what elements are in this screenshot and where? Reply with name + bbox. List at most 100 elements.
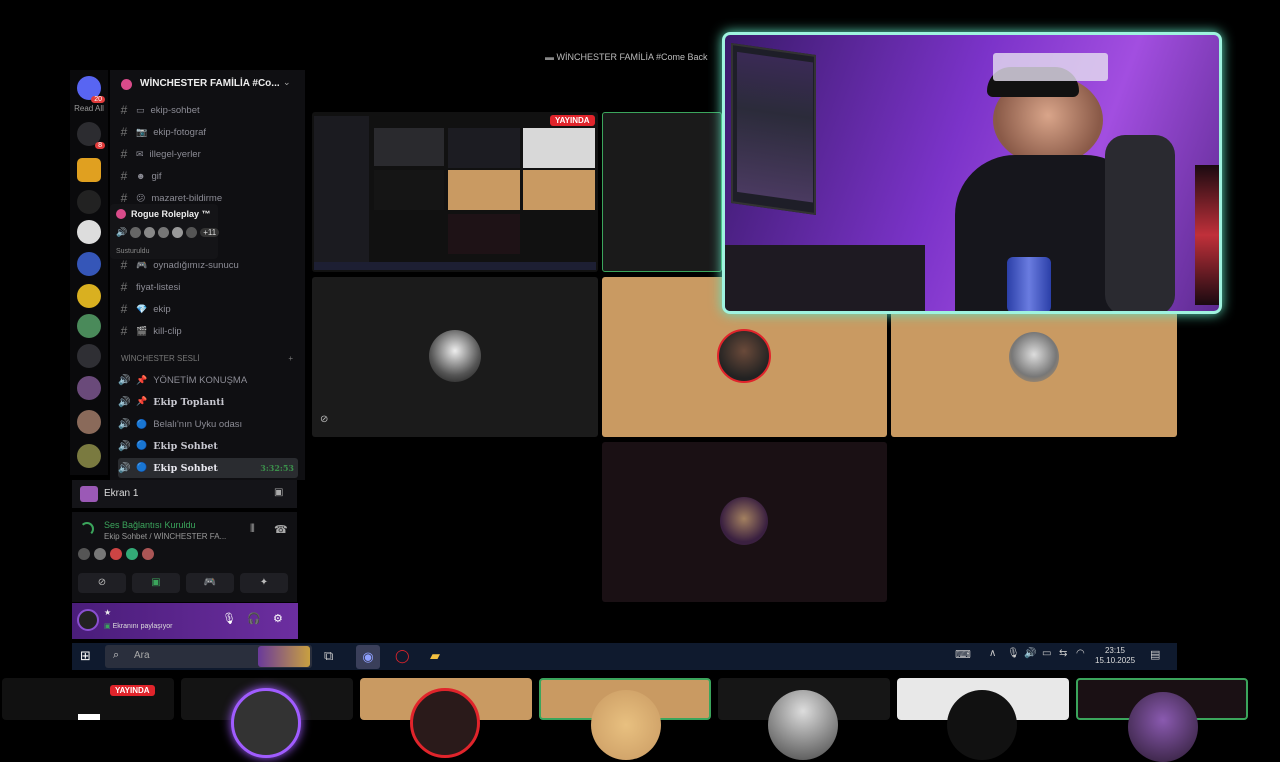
strip-tile-2[interactable]	[360, 678, 532, 758]
server-icon-3[interactable]	[77, 190, 101, 214]
strip-tile-screen[interactable]: YAYINDA	[2, 678, 174, 720]
strip-tile-1[interactable]	[181, 678, 353, 758]
voice-channel-yonetim[interactable]: 🔊 📌 YÖNETİM KONUŞMA	[118, 370, 298, 390]
live-badge: YAYINDA	[550, 115, 595, 126]
voice-channel-ekip-sohbet[interactable]: 🔊 🔵 Ekip Sohbet	[118, 436, 298, 456]
speaker-icon: 🔊	[118, 396, 131, 408]
gear-icon[interactable]: ⚙	[273, 612, 283, 625]
channel-ekip-fotograf[interactable]: # 📷 ekip-fotograf	[118, 122, 298, 142]
discord-taskbar-icon[interactable]: ◉	[356, 645, 380, 669]
voice-category-header[interactable]: WİNCHESTER SESLİ +	[121, 354, 293, 363]
task-view-icon[interactable]: ⧉	[324, 648, 333, 664]
strip-tile-4[interactable]	[718, 678, 890, 760]
window-title: ▬ WİNCHESTER FAMİLİA #Come Back	[545, 52, 708, 62]
screen-share-icon: ⊘	[320, 414, 329, 425]
activity-icon[interactable]	[110, 548, 122, 560]
channel-ekip[interactable]: # 💎 ekip	[118, 299, 298, 319]
voice-channel-ekip-toplanti[interactable]: 🔊 📌 Ekip Toplanti	[118, 392, 298, 412]
tooltip-voice-members: 🔊 +11	[116, 227, 220, 238]
server-icon-7[interactable]	[77, 314, 101, 338]
channel-gif[interactable]: # ☻ gif	[118, 166, 298, 186]
disconnect-icon[interactable]: ☎	[274, 523, 288, 536]
keyboard-icon[interactable]: ⌨	[955, 648, 971, 661]
energy-drink-can	[1007, 257, 1051, 311]
hash-icon: #	[120, 125, 128, 139]
server-icon-11[interactable]	[77, 444, 101, 468]
camera-off-button[interactable]: ⊘	[78, 573, 126, 593]
battery-icon[interactable]: ▭	[1042, 648, 1051, 659]
voice-status[interactable]: Ses Bağlantısı Kuruldu	[104, 520, 196, 530]
volume-icon[interactable]: 🔊	[1024, 648, 1036, 659]
avatar	[768, 690, 838, 760]
channel-ekip-sohbet[interactable]: # ▭ ekip-sohbet	[118, 100, 298, 120]
server-icon-8[interactable]	[77, 344, 101, 368]
monitor-screen	[737, 51, 813, 203]
server-icon-5[interactable]	[77, 252, 101, 276]
avatar	[144, 227, 156, 238]
channel-kill-clip[interactable]: # 🎬 kill-clip	[118, 321, 298, 341]
avatar	[172, 227, 184, 238]
notifications-icon[interactable]: ▤	[1150, 648, 1160, 661]
channel-illegel-yerler[interactable]: # ✉ illegel-yerler	[118, 144, 298, 164]
add-channel-icon[interactable]: +	[288, 354, 293, 363]
activities-button[interactable]: 🎮	[186, 573, 234, 593]
speaker-icon: 🔊	[118, 374, 131, 386]
mini-tile	[448, 128, 520, 168]
avatar	[1128, 692, 1198, 762]
activity-icon[interactable]	[94, 548, 106, 560]
speaker-icon: 🔊	[118, 440, 131, 452]
discord-home-icon[interactable]: 20	[77, 76, 105, 103]
microphone-icon[interactable]: 🎙	[1007, 648, 1020, 659]
taskbar-clock[interactable]: 23:15 15.10.2025	[1095, 646, 1135, 666]
channel-fiyat-listesi[interactable]: # fiyat-listesi	[118, 277, 298, 297]
screen-share-tile[interactable]: YAYINDA	[312, 112, 598, 272]
share-screen-button[interactable]: ▣	[132, 573, 180, 593]
headphones-icon[interactable]: 🎧	[247, 612, 261, 625]
server-icon-10[interactable]	[77, 410, 101, 434]
screen-icon[interactable]: ▣	[274, 487, 283, 498]
activity-icon[interactable]	[78, 548, 90, 560]
chevron-down-icon[interactable]: ⌄	[283, 77, 291, 88]
server-logo-icon	[121, 79, 132, 90]
strip-tile-5[interactable]	[897, 678, 1069, 760]
chair	[1105, 135, 1175, 311]
signal-icon[interactable]	[80, 522, 94, 536]
activity-row	[78, 548, 154, 560]
avatar[interactable]	[77, 609, 99, 631]
username: ★	[104, 608, 112, 617]
server-icon-6[interactable]	[77, 284, 101, 308]
network-icon[interactable]: ⇆	[1059, 648, 1067, 659]
avatar	[591, 690, 661, 760]
soundboard-button[interactable]: ✦	[240, 573, 288, 593]
server-icon-1[interactable]: 8	[77, 122, 105, 149]
strip-tile-3[interactable]	[539, 678, 711, 760]
server-icon-9[interactable]	[77, 376, 101, 400]
windows-start-icon[interactable]: ⊞	[80, 648, 91, 664]
video-tile-5[interactable]	[602, 442, 887, 602]
member-count-badge: +11	[200, 228, 220, 237]
taskbar-search-placeholder: Ara	[134, 650, 150, 661]
wifi-icon[interactable]: ◠	[1076, 648, 1085, 659]
server-icon-4[interactable]	[77, 220, 101, 244]
air-conditioner	[993, 53, 1108, 81]
voice-channel-uyku-odasi[interactable]: 🔊 🔵 Belalı'nın Uyku odası	[118, 414, 298, 434]
speaker-icon: 🔊	[118, 462, 131, 474]
chevron-up-icon[interactable]: ∧	[989, 648, 996, 659]
voice-channel-ekip-sohbet-active[interactable]: 🔊 🔵 Ekip Sohbet 3:32:53	[118, 458, 298, 478]
activity-icon[interactable]	[142, 548, 154, 560]
activity-icon[interactable]	[126, 548, 138, 560]
strip-tile-6[interactable]	[1076, 678, 1248, 762]
avatar	[231, 688, 301, 758]
server-name[interactable]: WİNCHESTER FAMİLİA #Co...	[140, 78, 280, 89]
video-tile-2[interactable]: ⊘	[312, 277, 598, 437]
file-explorer-icon[interactable]: ▰	[430, 648, 440, 664]
desk	[725, 245, 925, 311]
opera-icon[interactable]: ◯	[395, 648, 410, 664]
voice-channel-path[interactable]: Ekip Sohbet / WİNCHESTER FA...	[104, 532, 226, 541]
server-icon-2[interactable]	[77, 158, 101, 182]
noise-suppression-icon[interactable]: ⦀	[250, 523, 255, 536]
microphone-icon[interactable]: 🎙	[222, 612, 236, 625]
read-all-button[interactable]: Read All	[72, 104, 106, 113]
video-tile-1[interactable]	[602, 112, 722, 272]
mini-tile	[448, 214, 520, 254]
